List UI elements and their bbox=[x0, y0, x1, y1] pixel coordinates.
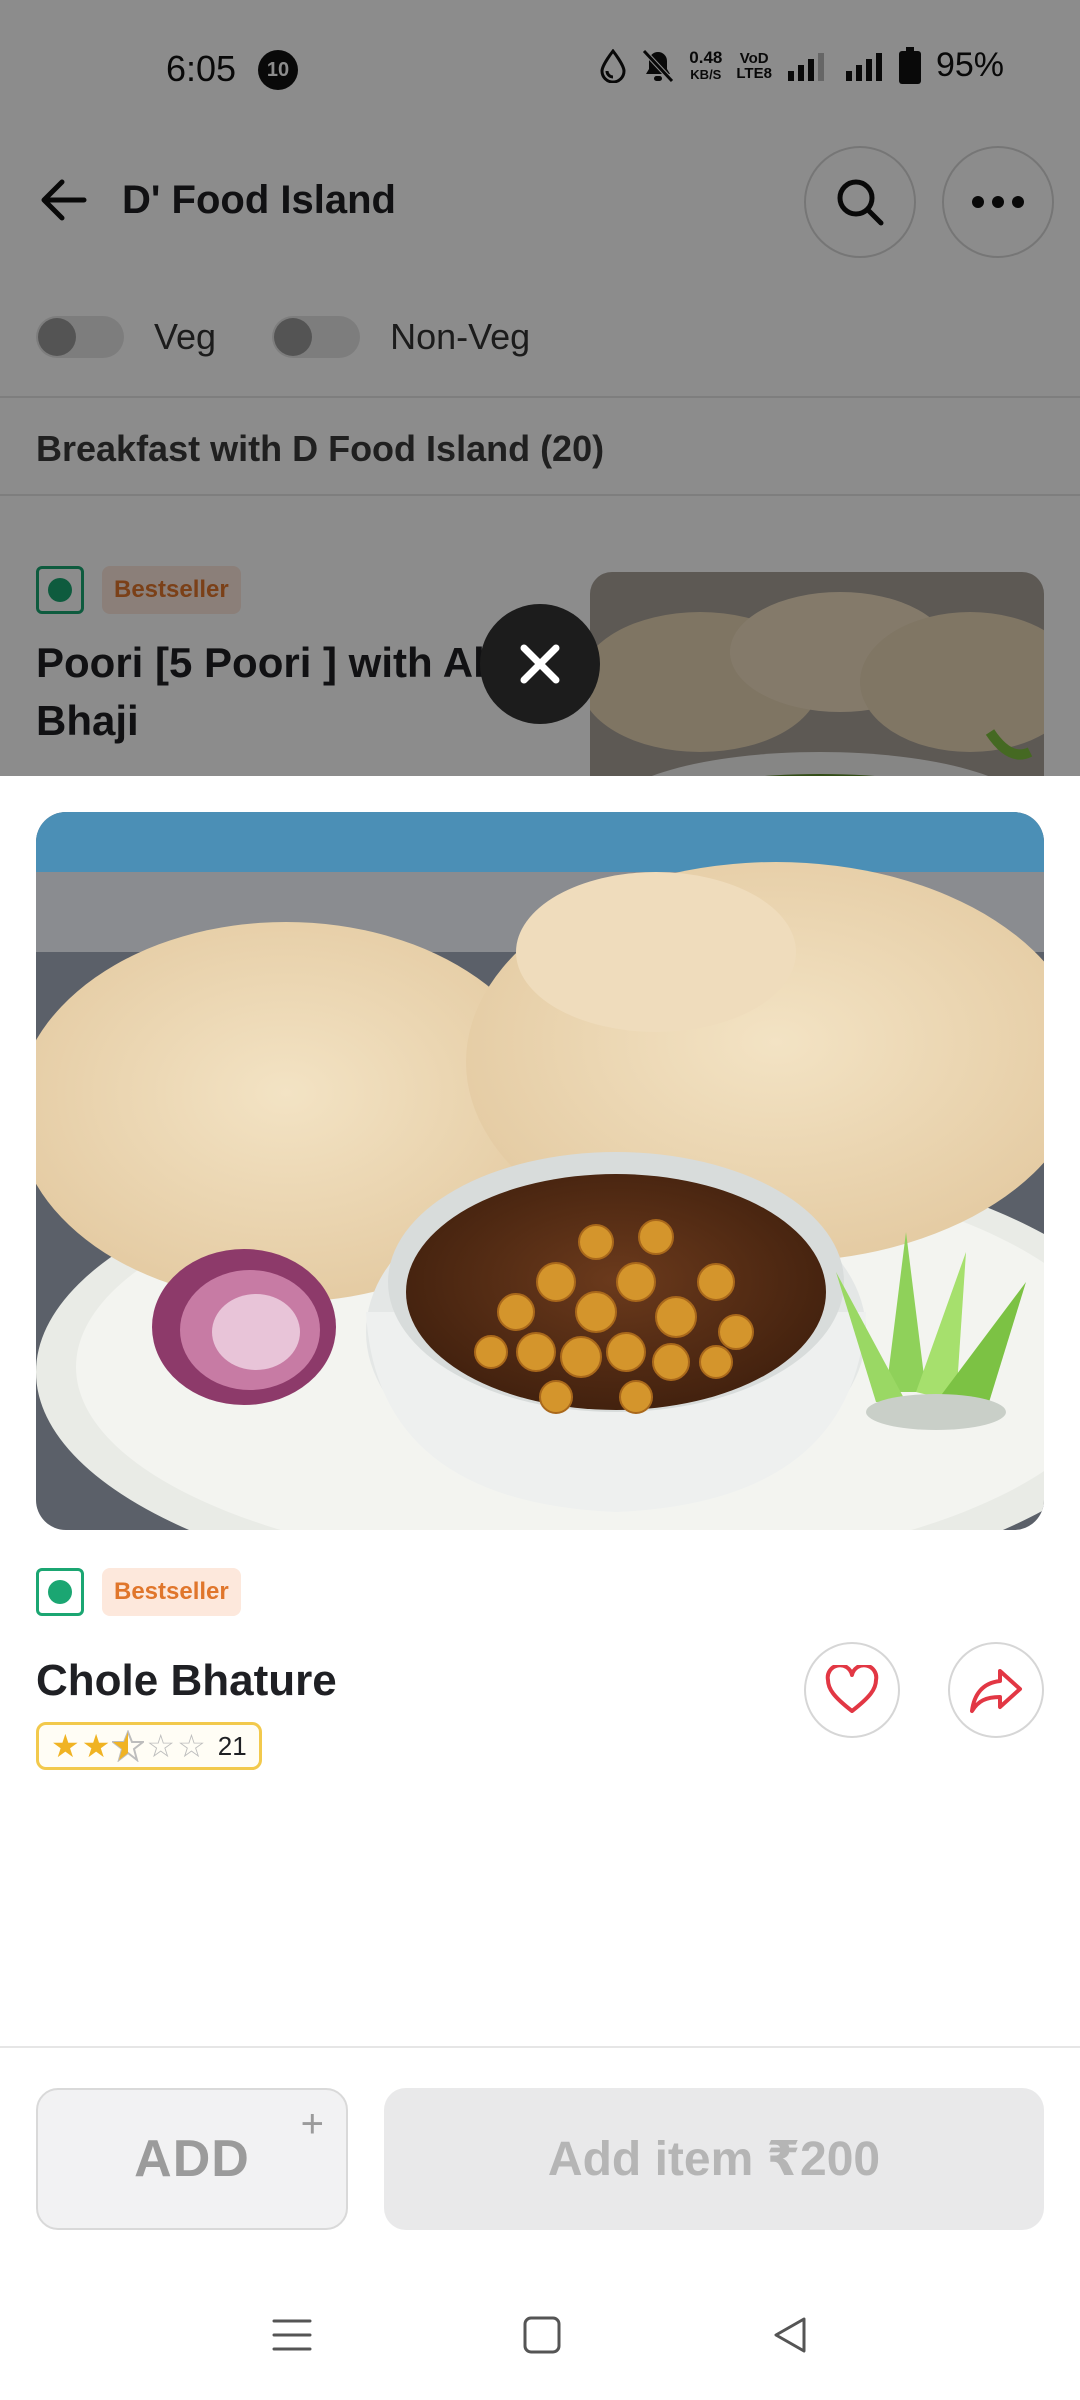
add-button-label: ADD bbox=[134, 2130, 250, 2188]
item-detail-sheet: Bestseller Chole Bhature ★ ★ ☆ ☆ 21 ADD … bbox=[0, 776, 1080, 2400]
divider bbox=[0, 2046, 1080, 2048]
star-full-icon: ★ bbox=[51, 1728, 80, 1764]
home-icon[interactable] bbox=[522, 2315, 562, 2355]
close-button[interactable] bbox=[480, 604, 600, 724]
close-icon bbox=[520, 644, 560, 684]
share-icon bbox=[970, 1669, 1022, 1713]
share-button[interactable] bbox=[948, 1642, 1044, 1738]
rating-count: 21 bbox=[217, 1730, 247, 1761]
dish-tags: Bestseller bbox=[36, 1568, 241, 1616]
menu-icon[interactable] bbox=[270, 2315, 314, 2355]
plus-icon: + bbox=[300, 2102, 324, 2146]
star-empty-icon: ☆ bbox=[146, 1728, 176, 1764]
back-icon[interactable] bbox=[770, 2315, 810, 2355]
add-button[interactable]: ADD + bbox=[36, 2088, 348, 2230]
star-full-icon: ★ bbox=[81, 1728, 111, 1764]
system-nav-bar bbox=[0, 2270, 1080, 2400]
bestseller-badge: Bestseller bbox=[102, 1568, 241, 1616]
favorite-button[interactable] bbox=[804, 1642, 900, 1738]
dish-name: Chole Bhature bbox=[36, 1656, 337, 1705]
add-item-button[interactable]: Add item ₹200 bbox=[384, 2088, 1044, 2230]
dish-image bbox=[36, 812, 1044, 1530]
star-half-icon bbox=[112, 1730, 145, 1762]
veg-indicator-icon bbox=[36, 1568, 84, 1616]
rating-badge: ★ ★ ☆ ☆ 21 bbox=[36, 1722, 262, 1770]
heart-icon bbox=[825, 1665, 879, 1713]
star-empty-icon: ☆ bbox=[177, 1728, 206, 1764]
